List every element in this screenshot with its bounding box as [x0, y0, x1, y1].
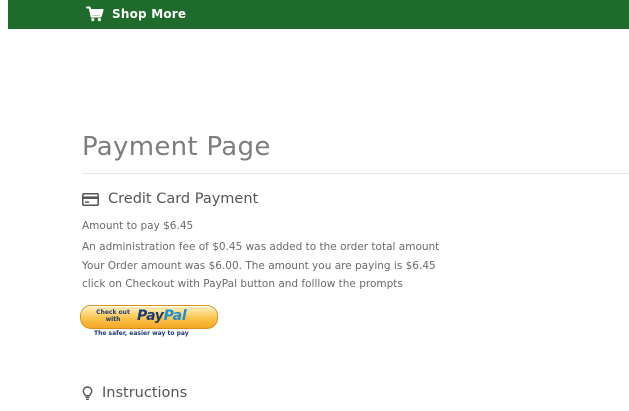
order-amount-text: Your Order amount was $6.00. The amount … [82, 260, 436, 272]
paypal-logo-pay: Pay [137, 308, 164, 324]
amount-to-pay-text: Amount to pay $6.45 [82, 220, 194, 232]
payment-page: Shop More Payment Page Credit Card Payme… [0, 0, 629, 411]
admin-fee-text: An administration fee of $0.45 was added… [82, 241, 440, 253]
credit-card-section-heading: Credit Card Payment [82, 191, 258, 207]
lightbulb-icon [82, 385, 93, 400]
shop-more-link[interactable]: Shop More [86, 5, 186, 23]
credit-card-icon [82, 192, 99, 206]
paypal-logo-pal: Pal [163, 308, 187, 324]
paypal-logo: PayPal [137, 308, 187, 324]
paypal-button-pill: Check out with PayPal [80, 305, 218, 329]
instructions-heading: Instructions [102, 385, 188, 401]
page-title: Payment Page [82, 132, 271, 162]
cart-icon [86, 6, 104, 22]
paypal-tagline: The safer, easier way to pay [94, 330, 189, 337]
credit-card-heading: Credit Card Payment [108, 191, 259, 207]
paypal-checkout-button[interactable]: Check out with PayPal The safer, easier … [80, 305, 218, 341]
title-divider [82, 173, 629, 174]
shop-more-label: Shop More [112, 7, 187, 21]
top-nav-bar: Shop More [8, 0, 629, 29]
instructions-section-heading: Instructions [82, 385, 187, 401]
paypal-checkout-text: Check out with [96, 309, 130, 323]
checkout-instructions-text: click on Checkout with PayPal button and… [82, 278, 403, 290]
